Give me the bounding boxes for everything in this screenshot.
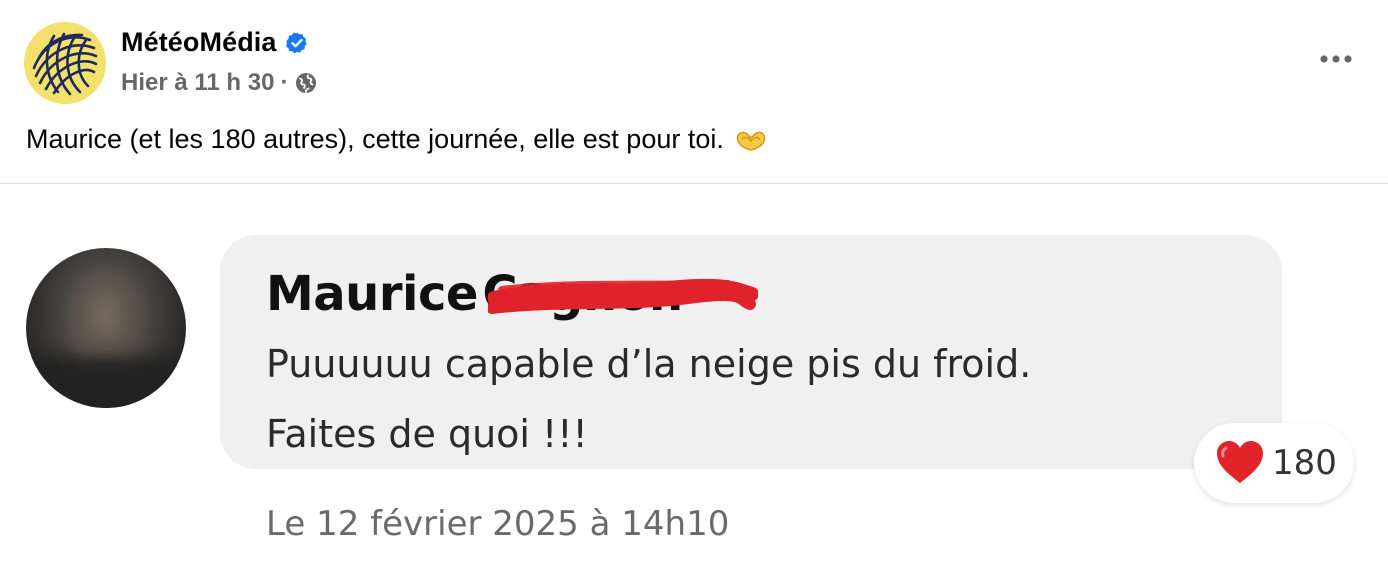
post-meta: Hier à 11 h 30 · [121, 69, 318, 97]
more-options-icon [1320, 55, 1352, 63]
reaction-count: 180 [1272, 443, 1337, 483]
reaction-summary: 180 [1194, 423, 1354, 503]
red-redaction-scribble [488, 278, 758, 314]
commenter-first-name: Maurice [266, 266, 478, 322]
more-options-button[interactable] [1316, 44, 1356, 74]
comment-text-line-2: Faites de quoi !!! [266, 412, 588, 456]
post-text: Maurice (et les 180 autres), cette journ… [26, 124, 768, 155]
page-name[interactable]: MétéoMédia [121, 27, 277, 58]
page-avatar[interactable] [24, 22, 106, 104]
meta-separator: · [280, 69, 289, 96]
blurred-body [26, 358, 186, 408]
post-screenshot: MétéoMédia Hier à 11 h 30 · Maurice (et … [0, 0, 1388, 562]
commenter-avatar [26, 248, 186, 408]
post-time[interactable]: Hier à 11 h 30 [121, 69, 274, 97]
heart-icon [1214, 439, 1266, 487]
post-divider [0, 183, 1388, 184]
comment-timestamp: Le 12 février 2025 à 14h10 [266, 504, 730, 544]
meteomedia-logo-icon [24, 22, 106, 104]
comment-text-line-1: Puuuuuu capable d’la neige pis du froid. [266, 342, 1032, 386]
heart-hands-icon [734, 127, 768, 153]
post-text-content: Maurice (et les 180 autres), cette journ… [26, 124, 724, 154]
blurred-face [68, 272, 142, 368]
page-name-row: MétéoMédia [121, 27, 309, 58]
globe-icon[interactable] [294, 71, 318, 95]
verified-badge-icon [285, 31, 309, 55]
